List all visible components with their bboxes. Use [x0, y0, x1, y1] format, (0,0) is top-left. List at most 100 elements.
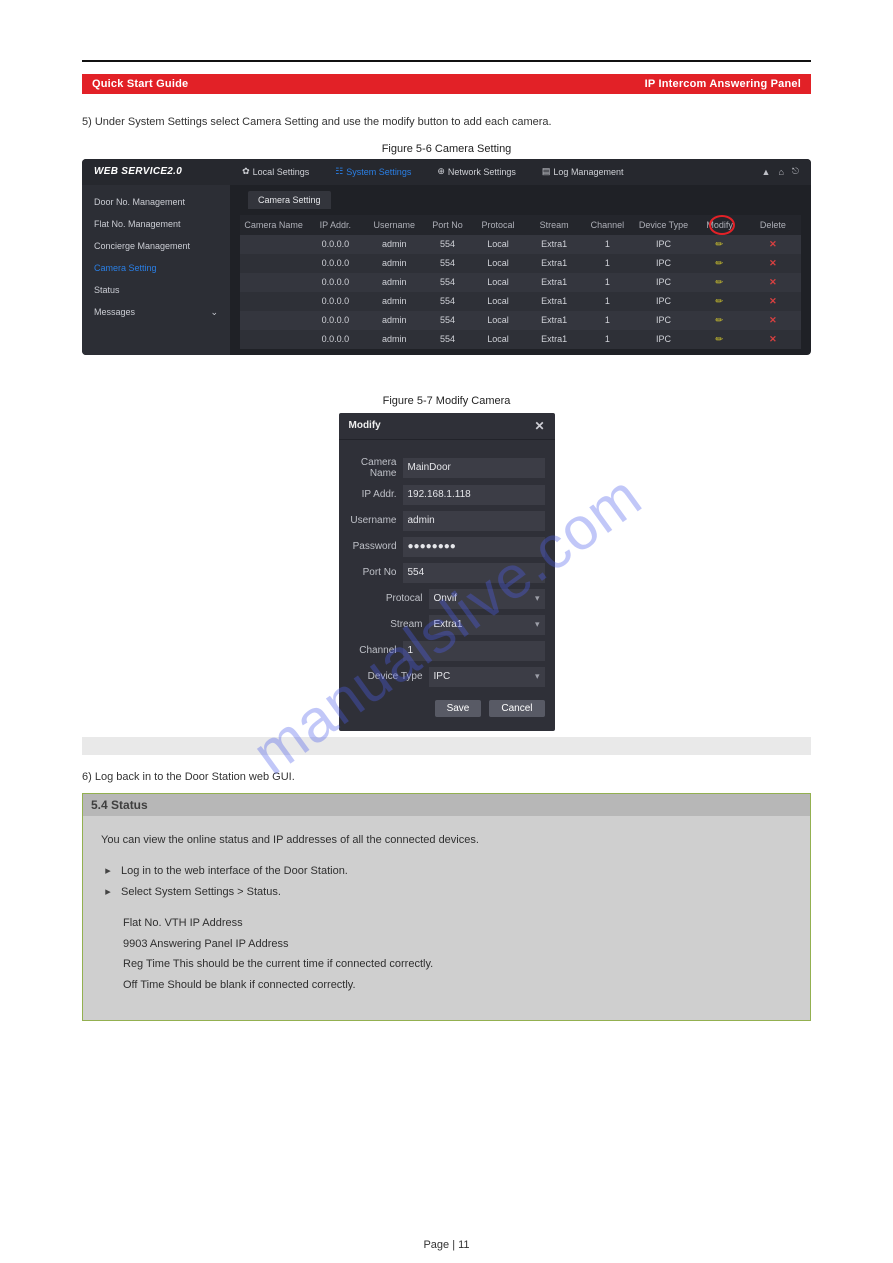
sidebar-item-camera-setting[interactable]: Camera Setting: [82, 257, 230, 279]
modal-header: Modify ✕: [339, 413, 555, 440]
step-bullet-icon: ▸: [101, 882, 115, 903]
password-label: Password: [349, 541, 397, 552]
delete-icon[interactable]: ✕: [769, 315, 777, 325]
tab-camera-setting[interactable]: Camera Setting: [248, 191, 331, 209]
col-channel: Channel: [582, 215, 632, 235]
col-port: Port No: [425, 215, 470, 235]
status-regtime-line: Reg Time This should be the current time…: [123, 954, 792, 975]
status-step-1: ▸ Log in to the web interface of the Doo…: [101, 861, 792, 882]
table-row: 0.0.0.0admin554LocalExtra11IPC✎✕: [240, 292, 801, 311]
close-icon[interactable]: ✕: [534, 419, 544, 433]
top-rule: [82, 60, 811, 62]
delete-icon[interactable]: ✕: [769, 239, 777, 249]
table-row: 0.0.0.0admin554LocalExtra11IPC✎✕: [240, 330, 801, 349]
pencil-icon[interactable]: ✎: [713, 275, 726, 288]
pencil-icon[interactable]: ✎: [713, 256, 726, 269]
delete-icon[interactable]: ✕: [769, 258, 777, 268]
step-6-text: 6) Log back in to the Door Station web G…: [82, 769, 811, 786]
status-offtime-line: Off Time Should be blank if connected co…: [123, 975, 792, 996]
delete-icon[interactable]: ✕: [769, 296, 777, 306]
gear-icon: ✿: [242, 166, 250, 177]
table-row: 0.0.0.0admin554LocalExtra11IPC✎✕: [240, 254, 801, 273]
col-stream: Stream: [526, 215, 582, 235]
globe-icon: ⊕: [437, 166, 445, 177]
app-brand: WEB SERVICE2.0: [94, 166, 182, 177]
channel-label: Channel: [349, 645, 397, 656]
camera-name-label: Camera Name: [349, 457, 397, 479]
delete-icon[interactable]: ✕: [769, 277, 777, 287]
pencil-icon[interactable]: ✎: [713, 237, 726, 250]
camera-table-head-row: Camera Name IP Addr. Username Port No Pr…: [240, 215, 801, 235]
save-button[interactable]: Save: [435, 700, 482, 717]
cancel-button[interactable]: Cancel: [489, 700, 544, 717]
caret-down-icon: ▾: [535, 619, 540, 630]
step-bullet-icon: ▸: [101, 861, 115, 882]
port-input[interactable]: [403, 563, 545, 583]
port-label: Port No: [349, 567, 397, 578]
figure-5-6-caption: Figure 5-6 Camera Setting: [0, 143, 893, 155]
app-body: Door No. Management Flat No. Management …: [82, 185, 811, 355]
channel-input[interactable]: [403, 641, 545, 661]
user-icon[interactable]: ▲: [762, 167, 771, 177]
status-heading: 5.4 Status: [83, 794, 810, 816]
password-input[interactable]: [403, 537, 545, 557]
app-top-nav: WEB SERVICE2.0 ✿ Local Settings ☷ System…: [82, 159, 811, 185]
col-username: Username: [363, 215, 425, 235]
sidebar-item-status[interactable]: Status: [82, 279, 230, 301]
table-row: 0.0.0.0admin554LocalExtra11IPC✎✕: [240, 235, 801, 254]
step-5-text: 5) Under System Settings select Camera S…: [82, 114, 811, 131]
status-flat-line: Flat No. VTH IP Address: [123, 913, 792, 934]
table-row: 0.0.0.0admin554LocalExtra11IPC✎✕: [240, 273, 801, 292]
doc-subtitle: IP Intercom Answering Panel: [645, 78, 801, 90]
sidebar-item-door-no[interactable]: Door No. Management: [82, 191, 230, 213]
col-protocal: Protocal: [470, 215, 526, 235]
red-header-bar: Quick Start Guide IP Intercom Answering …: [82, 74, 811, 94]
sidebar-item-concierge[interactable]: Concierge Management: [82, 235, 230, 257]
ip-label: IP Addr.: [349, 489, 397, 500]
app-content: Camera Setting Camera Name IP Addr. User…: [230, 185, 811, 355]
col-delete: Delete: [745, 215, 801, 235]
sidebar-item-flat-no[interactable]: Flat No. Management: [82, 213, 230, 235]
app-sidebar: Door No. Management Flat No. Management …: [82, 185, 230, 355]
nav-local-settings[interactable]: ✿ Local Settings: [238, 164, 313, 179]
modal-title: Modify: [349, 420, 381, 431]
table-row: 0.0.0.0admin554LocalExtra11IPC✎✕: [240, 311, 801, 330]
status-intro: You can view the online status and IP ad…: [101, 830, 792, 851]
camera-table: Camera Name IP Addr. Username Port No Pr…: [240, 215, 801, 349]
protocal-select[interactable]: Onvif ▾: [429, 589, 545, 609]
sidebar-item-messages[interactable]: Messages ⌄: [82, 301, 230, 324]
doc-title: Quick Start Guide: [92, 78, 188, 90]
col-modify: Modify: [694, 215, 744, 235]
status-panel: 5.4 Status You can view the online statu…: [82, 793, 811, 1021]
nav-network-settings[interactable]: ⊕ Network Settings: [433, 164, 520, 179]
col-device-type: Device Type: [633, 215, 695, 235]
col-ip: IP Addr.: [307, 215, 363, 235]
caret-down-icon: ▾: [535, 593, 540, 604]
home-icon[interactable]: ⌂: [778, 167, 783, 177]
status-step-2: ▸ Select System Settings > Status.: [101, 882, 792, 903]
nav-log-management[interactable]: ▤ Log Management: [538, 164, 628, 179]
camera-setting-screenshot: WEB SERVICE2.0 ✿ Local Settings ☷ System…: [82, 159, 811, 355]
clipboard-icon: ▤: [542, 166, 551, 177]
modify-modal: Modify ✕ Camera Name IP Addr. Username P…: [339, 413, 555, 731]
logout-icon[interactable]: ⎋: [792, 166, 799, 177]
status-9903-line: 9903 Answering Panel IP Address: [123, 934, 792, 955]
pencil-icon[interactable]: ✎: [713, 332, 726, 345]
chevron-down-icon: ⌄: [210, 307, 218, 318]
figure-5-7-caption: Figure 5-7 Modify Camera: [0, 395, 893, 407]
caret-down-icon: ▾: [535, 671, 540, 682]
ip-input[interactable]: [403, 485, 545, 505]
pencil-icon[interactable]: ✎: [713, 294, 726, 307]
protocal-label: Protocal: [349, 593, 423, 604]
nav-system-settings[interactable]: ☷ System Settings: [331, 164, 415, 179]
page-footer: Page | 11: [0, 1239, 893, 1251]
sliders-icon: ☷: [335, 166, 343, 177]
stream-select[interactable]: Extra1 ▾: [429, 615, 545, 635]
username-label: Username: [349, 515, 397, 526]
camera-name-input[interactable]: [403, 458, 545, 478]
col-camera-name: Camera Name: [240, 215, 307, 235]
pencil-icon[interactable]: ✎: [713, 313, 726, 326]
username-input[interactable]: [403, 511, 545, 531]
delete-icon[interactable]: ✕: [769, 334, 777, 344]
device-type-select[interactable]: IPC ▾: [429, 667, 545, 687]
